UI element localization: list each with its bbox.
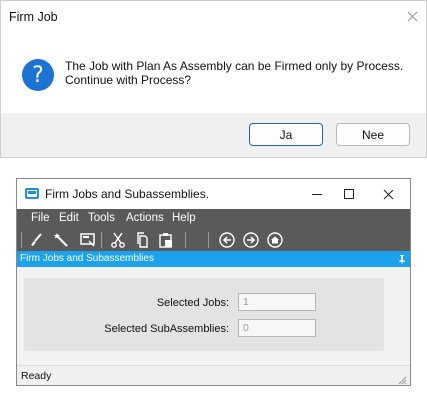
close-icon [407, 11, 417, 21]
pin-button[interactable] [397, 253, 407, 265]
back-button[interactable] [219, 232, 235, 248]
form-area: Selected Jobs: 1 Selected SubAssemblies:… [17, 267, 410, 365]
selected-jobs-label: Selected Jobs: [156, 297, 229, 309]
home-icon [267, 232, 283, 248]
firm-jobs-window: Firm Jobs and Subassemblies. File Edit T… [16, 178, 411, 386]
back-icon [219, 232, 235, 248]
toolbar-separator [208, 232, 209, 248]
screen-edit-icon [80, 233, 95, 247]
cut-icon [111, 232, 125, 248]
window-title: Firm Jobs and Subassemblies. [45, 187, 210, 201]
close-icon [383, 189, 393, 199]
toolbar [17, 229, 410, 251]
toolbar-separator [21, 232, 22, 248]
selected-subassemblies-label: Selected SubAssemblies: [104, 323, 229, 335]
panel-title: Firm Jobs and Subassemblies [20, 253, 154, 264]
status-bar: Ready [17, 365, 410, 385]
window-close-button[interactable] [375, 183, 401, 205]
menu-file[interactable]: File [31, 212, 50, 224]
yes-button[interactable]: Ja [249, 123, 323, 146]
paste-icon [159, 233, 172, 248]
menu-edit[interactable]: Edit [59, 212, 79, 224]
dialog-footer: Ja Nee [1, 113, 426, 157]
forward-icon [243, 232, 259, 248]
copy-icon [137, 232, 148, 248]
minimize-button[interactable] [304, 183, 330, 205]
brush-icon [31, 233, 42, 246]
cut-button[interactable] [110, 232, 126, 248]
status-text: Ready [21, 370, 52, 382]
dialog-message: The Job with Plan As Assembly can be Fir… [65, 59, 415, 87]
app-window-icon [25, 188, 39, 199]
resize-grip[interactable] [397, 372, 407, 385]
dialog-message-line1: The Job with Plan As Assembly can be Fir… [65, 59, 404, 73]
dialog-close-button[interactable] [399, 5, 425, 27]
magic-wand-button[interactable] [54, 232, 70, 248]
dialog-message-line2: Continue with Process? [65, 73, 192, 87]
firm-job-dialog: Firm Job ? The Job with Plan As Assembly… [0, 0, 427, 158]
forward-button[interactable] [243, 232, 259, 248]
menu-bar: File Edit Tools Actions Help [17, 209, 410, 229]
maximize-button[interactable] [336, 183, 362, 205]
resize-grip-icon [398, 376, 407, 385]
toolbar-separator [185, 232, 186, 248]
copy-button[interactable] [135, 232, 151, 248]
magic-wand-icon [54, 233, 68, 247]
selected-jobs-field[interactable]: 1 [238, 293, 316, 311]
toolbar-separator [101, 232, 102, 248]
panel-header: Firm Jobs and Subassemblies [17, 251, 410, 267]
home-button[interactable] [267, 232, 283, 248]
pin-icon [399, 255, 405, 265]
selected-subassemblies-field[interactable]: 0 [238, 319, 316, 337]
menu-actions[interactable]: Actions [126, 212, 164, 224]
no-button[interactable]: Nee [336, 123, 410, 146]
paste-button[interactable] [158, 232, 174, 248]
minimize-icon [312, 193, 322, 195]
selection-group: Selected Jobs: 1 Selected SubAssemblies:… [24, 278, 384, 351]
menu-help[interactable]: Help [172, 212, 196, 224]
brush-button[interactable] [28, 232, 44, 248]
maximize-icon [344, 189, 354, 199]
menu-tools[interactable]: Tools [88, 212, 115, 224]
question-icon: ? [22, 59, 54, 91]
window-titlebar[interactable]: Firm Jobs and Subassemblies. [17, 179, 410, 209]
screen-edit-button[interactable] [80, 232, 96, 248]
dialog-title: Firm Job [9, 10, 58, 24]
